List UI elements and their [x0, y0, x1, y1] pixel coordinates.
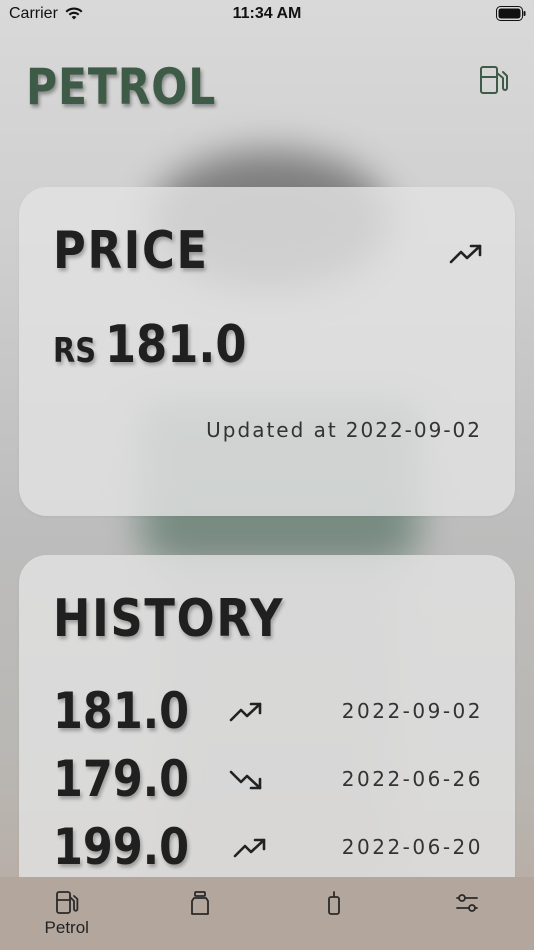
history-price: 181.0 [53, 682, 190, 740]
updated-date: 2022-09-02 [345, 418, 482, 442]
history-price: 179.0 [53, 750, 190, 808]
tab-label: Petrol [44, 918, 89, 937]
history-row: 199.0 2022-06-20 [53, 818, 483, 878]
history-date: 2022-09-02 [341, 699, 483, 723]
tab-bar: Petrol [0, 877, 534, 950]
history-date: 2022-06-20 [341, 835, 483, 859]
fuel-pump-icon[interactable] [477, 63, 511, 97]
updated-label: Updated at [206, 418, 338, 442]
status-bar: Carrier 11:34 AM [0, 0, 534, 28]
tab-diesel[interactable] [134, 877, 268, 950]
price-row: RS 181.0 [53, 315, 269, 375]
tab-kerosene[interactable] [267, 877, 401, 950]
clock-label: 11:34 AM [232, 5, 302, 22]
trend-up-icon [233, 838, 266, 858]
history-row: 181.0 2022-09-02 [53, 682, 483, 742]
price-heading: PRICE [53, 221, 209, 281]
current-price: 181.0 [105, 315, 247, 375]
price-card: PRICE RS 181.0 Updated at 2022-09-02 [19, 187, 515, 516]
tab-settings[interactable] [401, 877, 534, 950]
history-date: 2022-06-26 [341, 767, 483, 791]
trend-up-icon [229, 702, 262, 722]
fuel-pump-icon [55, 891, 79, 914]
history-card: HISTORY 181.0 2022-09-02 179.0 2022-06-2… [19, 555, 515, 915]
tab-petrol[interactable]: Petrol [0, 877, 134, 950]
trend-up-icon [449, 244, 482, 264]
history-row: 179.0 2022-06-26 [53, 750, 483, 810]
kerosene-bottle-icon [327, 891, 340, 915]
battery-icon [496, 6, 526, 21]
page-title: PETROL [26, 58, 217, 116]
trend-down-icon [229, 770, 262, 790]
updated-row: Updated at 2022-09-02 [206, 418, 482, 442]
diesel-jerrycan-icon [191, 891, 210, 915]
history-heading: HISTORY [53, 589, 285, 649]
currency-label: RS [53, 331, 97, 371]
settings-sliders-icon [456, 894, 479, 912]
history-price: 199.0 [53, 818, 190, 876]
